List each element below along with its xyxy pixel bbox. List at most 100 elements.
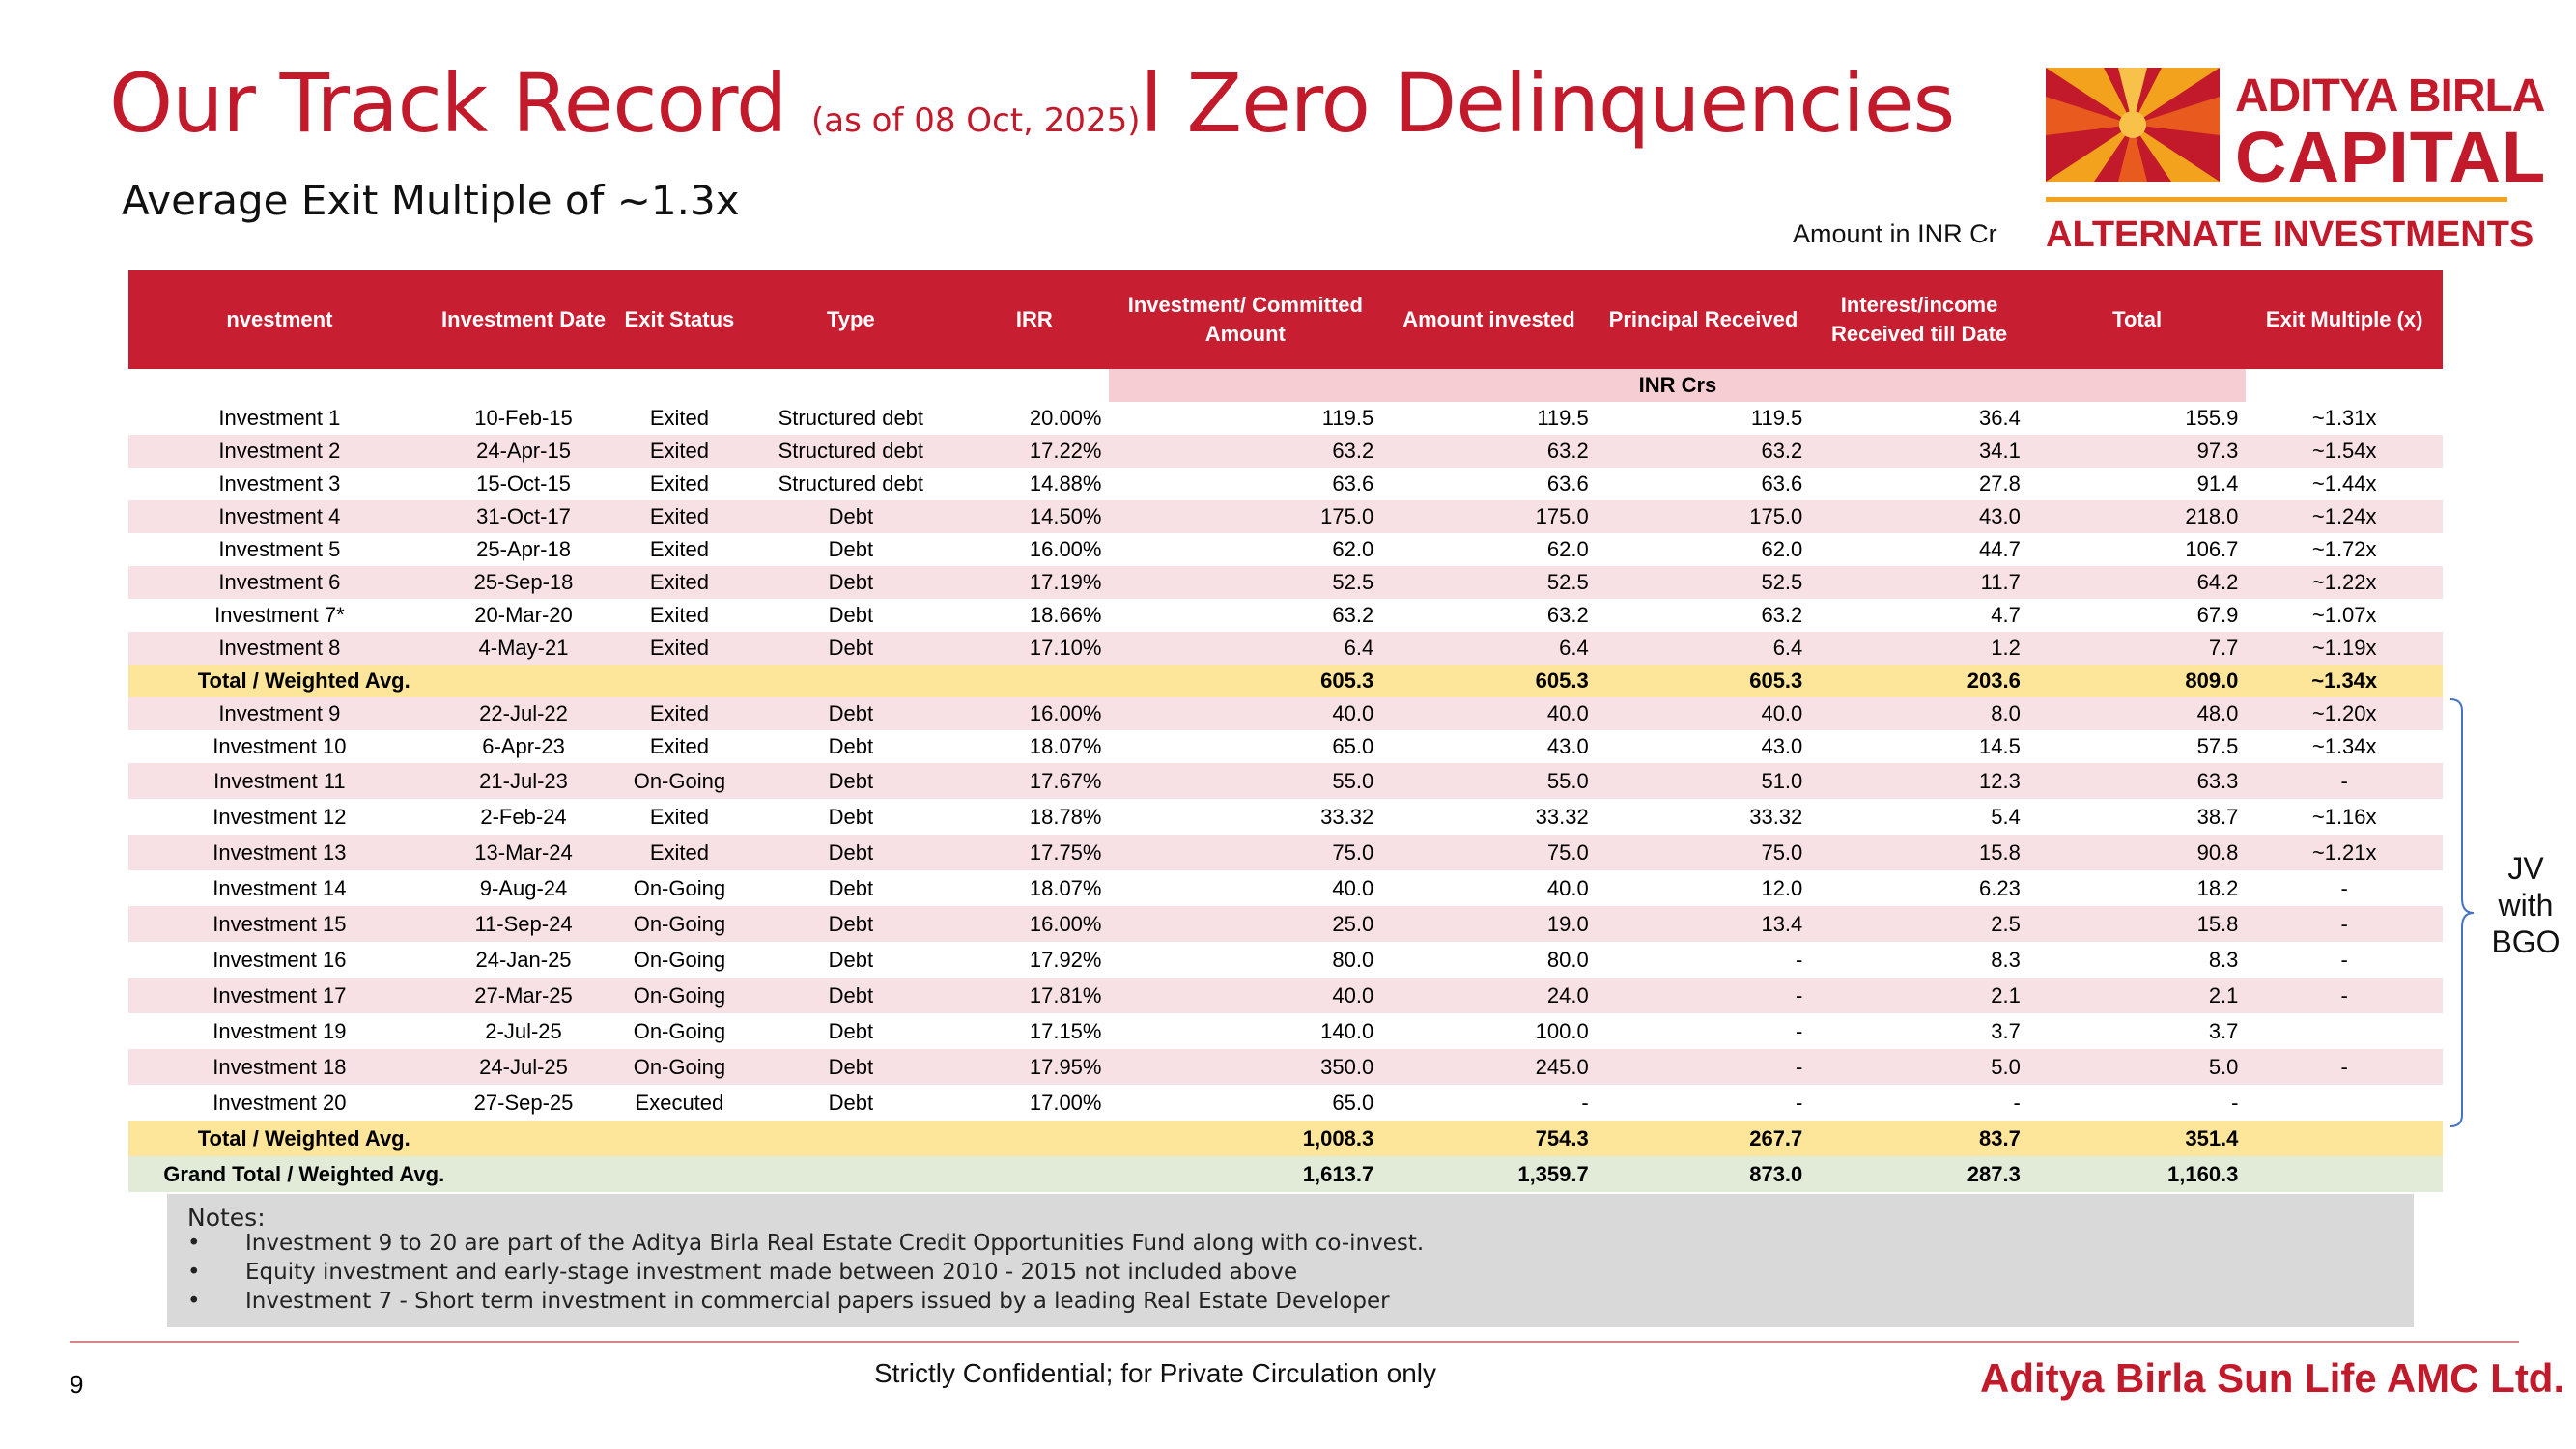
table-cell: 51.0: [1596, 763, 1811, 799]
footer-divider: [70, 1341, 2519, 1343]
table-row: Investment 9 22-Jul-22 Exited Debt 16.00% 40.…: [128, 697, 2443, 730]
total-label: Grand Total / Weighted Avg.: [128, 1156, 1110, 1192]
table-cell: On-Going: [616, 906, 743, 942]
table-cell: 8.0: [1810, 697, 2028, 730]
table-cell: Debt: [828, 537, 874, 561]
total-cell: 203.6: [1810, 665, 2028, 697]
company-footer-logo: Aditya Birla Sun Life AMC Ltd.: [1980, 1355, 2565, 1401]
table-cell: Exited: [649, 471, 709, 496]
note-item: • Investment 7 - Short term investment in…: [187, 1289, 1390, 1314]
table-cell: ~1.24x: [2246, 500, 2443, 533]
table-cell: 2-Feb-24: [480, 804, 567, 829]
table-cell: -: [1795, 947, 1803, 972]
table-row: Investment 13 13-Mar-24 Exited Debt 17.75% 75…: [128, 835, 2443, 870]
table-row: Investment 12 2-Feb-24 Exited Debt 18.78% 33.…: [128, 799, 2443, 835]
bullet-icon: •: [187, 1289, 201, 1314]
table-cell: Investment 16: [212, 947, 347, 972]
table-cell: 27-Mar-25: [430, 978, 617, 1013]
table-cell: Exited: [616, 835, 743, 870]
table-cell: ~1.21x: [2246, 835, 2443, 870]
table-cell: -: [1596, 978, 1811, 1013]
table-cell: -: [1795, 1090, 1803, 1115]
table-cell: Investment 7*: [214, 603, 345, 627]
table-cell: On-Going: [633, 947, 726, 972]
table-cell: 245.0: [1381, 1049, 1597, 1085]
page-number: 9: [70, 1370, 84, 1399]
table-cell: 97.3: [2027, 435, 2247, 468]
table-cell: 44.7: [1979, 537, 2021, 561]
table-row: Investment 18 24-Jul-25 On-Going Debt 17.95%…: [128, 1049, 2443, 1085]
table-cell: 22-Jul-22: [430, 697, 617, 730]
logo-line-3: ALTERNATE INVESTMENTS: [2046, 214, 2534, 255]
table-cell: ~1.54x: [2246, 435, 2443, 468]
table-cell: -: [1596, 1049, 1811, 1085]
table-cell: 20.00%: [1029, 406, 1102, 430]
table-cell: 63.6: [1332, 471, 1374, 496]
table-cell: 3.7: [2208, 1018, 2239, 1043]
total-cell: [2246, 1156, 2443, 1192]
table-cell: 63.6: [1546, 471, 1589, 496]
table-cell: 80.0: [1546, 947, 1589, 972]
table-cell: ~1.31x: [2311, 406, 2377, 430]
table-cell: 19.0: [1381, 906, 1597, 942]
total-cell: 1,359.7: [1381, 1156, 1597, 1192]
table-cell: Investment 13: [128, 835, 431, 870]
table-cell: 218.0: [2027, 500, 2247, 533]
table-row: Investment 1 10-Feb-15 Exited Structured de…: [128, 402, 2443, 435]
total-cell: 1,613.7: [1109, 1156, 1382, 1192]
table-cell: On-Going: [633, 1018, 726, 1043]
table-cell: 7.7: [2027, 632, 2247, 665]
logo-line-1: ADITYA BIRLA: [2235, 71, 2545, 122]
total-cell: [2246, 1121, 2443, 1156]
table-cell: On-Going: [633, 875, 726, 900]
table-cell: -: [1581, 1090, 1589, 1115]
table-cell: 75.0: [1596, 835, 1811, 870]
table-cell: 20-Mar-20: [474, 603, 573, 627]
table-row: Investment 15 11-Sep-24 On-Going Debt 16.00%…: [128, 906, 2443, 942]
table-cell: 155.9: [2185, 406, 2239, 430]
table-cell: 24-Apr-15: [430, 435, 617, 468]
table-cell: Investment 18: [128, 1049, 431, 1085]
subtotal-row: Total / Weighted Avg. 605.3 605.3 605.3 203.…: [128, 665, 2443, 697]
bullet-icon: •: [187, 1231, 201, 1256]
note-text: Investment 9 to 20 are part of the Adity…: [245, 1231, 1425, 1256]
table-cell: 15.8: [1810, 835, 2028, 870]
table-cell: 65.0: [1332, 734, 1374, 758]
table-row: Investment 14 9-Aug-24 On-Going Debt 18.07% 4…: [128, 870, 2443, 906]
table-cell: 17.67%: [959, 763, 1110, 799]
total-cell: 873.0: [1596, 1156, 1811, 1192]
table-cell: 17.95%: [959, 1049, 1110, 1085]
table-cell: Investment 8: [128, 632, 431, 665]
table-cell: 67.9: [2196, 603, 2239, 627]
table-cell: 63.2: [1546, 603, 1589, 627]
page-title: Our Track Record (as of 08 Oct, 2025)l Z…: [109, 50, 1956, 174]
table-cell: Investment 9: [128, 697, 431, 730]
table-cell: 5.0: [1810, 1049, 2028, 1085]
table-cell: 13.4: [1596, 906, 1811, 942]
table-cell: 17.15%: [1029, 1018, 1102, 1043]
total-cell: 351.4: [2027, 1121, 2247, 1156]
table-cell: 55.0: [1381, 763, 1597, 799]
table-cell: 40.0: [1381, 697, 1597, 730]
table-cell: 63.3: [2027, 763, 2247, 799]
table-cell: Exited: [616, 632, 743, 665]
table-cell: -: [2013, 1090, 2021, 1115]
table-cell: Debt: [742, 763, 960, 799]
table-cell: 9-Aug-24: [479, 875, 568, 900]
table-cell: -: [2246, 1049, 2443, 1085]
title-tail: l Zero Delinquencies: [1140, 56, 1956, 151]
table-cell: 14.88%: [1029, 471, 1102, 496]
table-cell: ~1.16x: [2311, 804, 2377, 829]
total-cell: 1,008.3: [1109, 1121, 1382, 1156]
logo-line-2: CAPITAL: [2235, 117, 2547, 197]
table-cell: 62.0: [1761, 537, 1803, 561]
col-header: Total: [2027, 270, 2247, 369]
table-cell: ~1.72x: [2311, 537, 2377, 561]
table-cell: Debt: [828, 1090, 874, 1115]
table-row: Investment 2 24-Apr-15 Exited Structured de…: [128, 435, 2443, 468]
table-cell: 4-May-21: [430, 632, 617, 665]
table-cell: ~1.19x: [2246, 632, 2443, 665]
total-cell: 754.3: [1381, 1121, 1597, 1156]
table-cell: 63.2: [1381, 435, 1597, 468]
col-header: Interest/income Received till Date: [1810, 270, 2028, 369]
